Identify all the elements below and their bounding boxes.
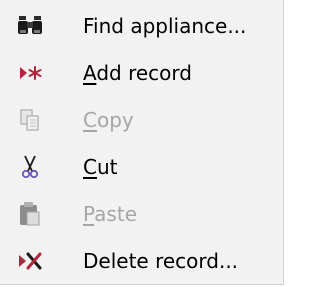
menu-item-find-appliance[interactable]: Find appliance... [5, 4, 275, 48]
delete-record-icon [15, 246, 45, 276]
copy-icon [15, 105, 45, 135]
menu-item-label: Find appliance... [83, 14, 247, 38]
menu-item-paste[interactable]: Paste [5, 192, 275, 236]
menu-item-add-record[interactable]: Add record [5, 51, 275, 95]
menu-item-mnemonic: C [83, 155, 97, 179]
menu-item-label: aste [94, 202, 137, 226]
paste-icon [15, 199, 45, 229]
menu-item-mnemonic: A [83, 61, 97, 85]
menu-item-label: dd record [96, 61, 192, 85]
menu-item-mnemonic: C [83, 108, 97, 132]
menu-item-label: ut [96, 155, 118, 179]
menu-item-copy[interactable]: Copy [5, 98, 275, 142]
menu-item-label: Delete record... [83, 249, 239, 273]
scissors-icon [15, 152, 45, 182]
menu-item-label: opy [96, 108, 134, 132]
context-menu: Find appliance... Add record Copy Cut Pa… [0, 0, 284, 285]
new-record-icon [15, 58, 45, 88]
menu-item-mnemonic: P [83, 202, 95, 226]
menu-item-cut[interactable]: Cut [5, 145, 275, 189]
menu-item-delete-record[interactable]: Delete record... [5, 239, 275, 283]
binoculars-icon [15, 11, 45, 41]
